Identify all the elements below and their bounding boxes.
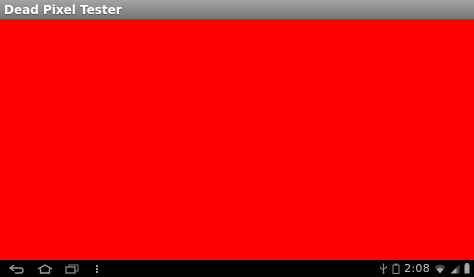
status-clock: 2:08 [404, 262, 430, 275]
test-color-canvas[interactable] [0, 20, 474, 260]
wifi-icon [434, 264, 446, 273]
menu-icon [96, 264, 98, 273]
back-button[interactable] [8, 262, 26, 275]
signal-icon [450, 264, 460, 273]
system-navigation-bar: 2:08 [0, 260, 474, 277]
battery-icon [464, 263, 470, 274]
home-icon [37, 263, 53, 274]
status-area[interactable]: 2:08 [379, 261, 470, 276]
recent-apps-button[interactable] [63, 262, 81, 275]
app-title: Dead Pixel Tester [4, 2, 122, 17]
home-button[interactable] [36, 262, 54, 275]
device-screen: Dead Pixel Tester 2:08 [0, 0, 474, 277]
usb-icon [380, 263, 388, 274]
recent-apps-icon [65, 263, 79, 274]
menu-button[interactable] [93, 262, 101, 275]
battery-saver-icon [392, 263, 400, 274]
title-bar: Dead Pixel Tester [0, 0, 474, 20]
back-icon [9, 263, 24, 274]
